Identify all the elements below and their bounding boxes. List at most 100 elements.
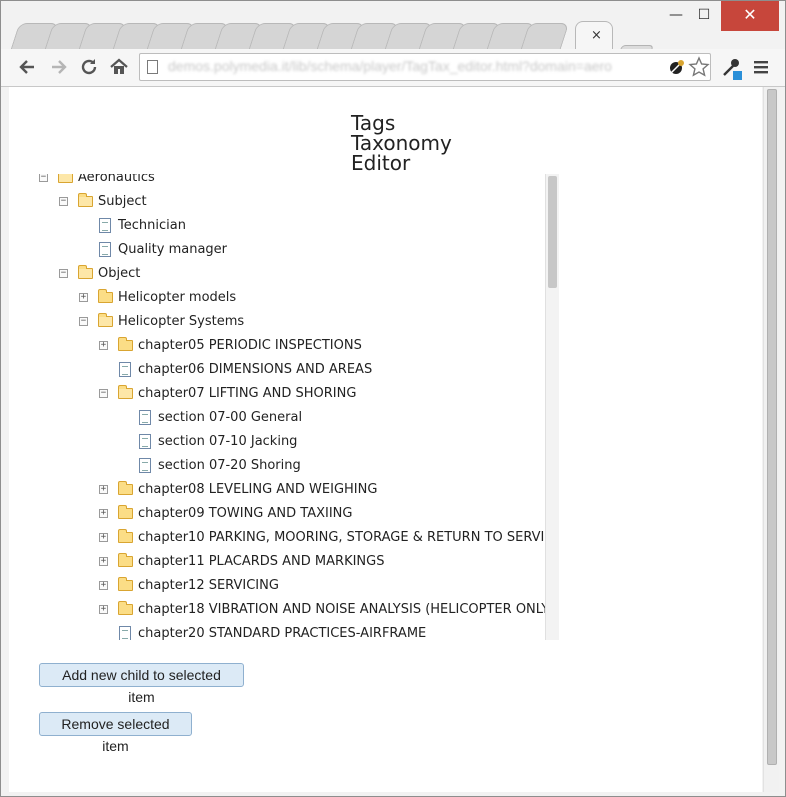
document-icon — [139, 434, 151, 449]
page-icon — [147, 60, 158, 74]
expand-toggle-icon[interactable]: + — [99, 341, 108, 350]
tab-strip: × — [9, 19, 654, 62]
tree-scrollbar[interactable] — [545, 174, 559, 640]
tree-node-label[interactable]: chapter07 LIFTING AND SHORING — [138, 383, 356, 405]
tree-node[interactable]: section 07-20 Shoring — [119, 455, 559, 477]
tree-node[interactable]: − Aeronautics — [39, 174, 559, 189]
tree-node-label[interactable]: chapter10 PARKING, MOORING, STORAGE & RE… — [138, 527, 559, 549]
tree-node-label[interactable]: chapter08 LEVELING AND WEIGHING — [138, 479, 377, 501]
tree-node-label[interactable]: chapter18 VIBRATION AND NOISE ANALYSIS (… — [138, 599, 554, 621]
folder-icon — [98, 289, 113, 303]
eyedropper-extension-icon[interactable] — [719, 55, 743, 81]
add-child-button[interactable]: Add new child to selected item — [39, 663, 244, 705]
expand-toggle-icon[interactable]: + — [99, 581, 108, 590]
tree-node-label[interactable]: chapter11 PLACARDS AND MARKINGS — [138, 551, 384, 573]
tree-node[interactable]: + chapter09 TOWING AND TAXIING — [99, 503, 559, 525]
tree-node-label[interactable]: chapter09 TOWING AND TAXIING — [138, 503, 352, 525]
page-title-line: Tags — [351, 111, 396, 135]
collapse-toggle-icon[interactable]: − — [59, 269, 68, 278]
tree-node[interactable]: section 07-00 General — [119, 407, 559, 429]
folder-icon — [118, 553, 133, 567]
tree-node-label[interactable]: chapter20 STANDARD PRACTICES-AIRFRAME — [138, 623, 426, 640]
reload-icon[interactable] — [77, 55, 101, 79]
tab-active[interactable]: × — [575, 21, 613, 49]
tree-node-label[interactable]: chapter12 SERVICING — [138, 575, 279, 597]
collapse-toggle-icon[interactable]: − — [39, 174, 48, 182]
tree-node-label[interactable]: Subject — [98, 191, 147, 213]
tree-node[interactable]: chapter20 STANDARD PRACTICES-AIRFRAME — [99, 623, 559, 640]
tree-node[interactable]: + chapter12 SERVICING — [99, 575, 559, 597]
remove-item-button[interactable]: Remove selected item — [39, 712, 192, 754]
expand-toggle-icon[interactable]: + — [99, 509, 108, 518]
url-text[interactable]: demos.polymedia.it/lib/schema/player/Tag… — [168, 58, 658, 76]
tree-node-label[interactable]: section 07-00 General — [158, 407, 302, 429]
tree-node-label[interactable]: chapter05 PERIODIC INSPECTIONS — [138, 335, 362, 357]
tree-node-label[interactable]: Helicopter models — [118, 287, 236, 309]
tree-node-label[interactable]: chapter06 DIMENSIONS AND AREAS — [138, 359, 372, 381]
tree-node-label[interactable]: Technician — [118, 215, 186, 237]
address-bar[interactable]: demos.polymedia.it/lib/schema/player/Tag… — [139, 53, 711, 81]
title-bar: × — ☐ ✕ — [1, 1, 785, 62]
folder-open-icon — [58, 174, 73, 183]
folder-icon — [118, 337, 133, 351]
tree-node-label[interactable]: Object — [98, 263, 140, 285]
tree-node[interactable]: + chapter08 LEVELING AND WEIGHING — [99, 479, 559, 501]
tree-node-label[interactable]: section 07-20 Shoring — [158, 455, 301, 477]
collapse-toggle-icon[interactable]: − — [99, 389, 108, 398]
tree-node-label[interactable]: section 07-10 Jacking — [158, 431, 297, 453]
tree-node-label[interactable]: Aeronautics — [78, 174, 155, 189]
tree-node[interactable]: + chapter18 VIBRATION AND NOISE ANALYSIS … — [99, 599, 559, 621]
tree-node[interactable]: Quality manager — [79, 239, 559, 261]
page-title: Tags Taxonomy Editor — [351, 113, 452, 173]
tree-node[interactable]: Technician — [79, 215, 559, 237]
folder-open-icon — [118, 385, 133, 399]
tree-node[interactable]: + chapter11 PLACARDS AND MARKINGS — [99, 551, 559, 573]
back-arrow-icon[interactable] — [15, 55, 39, 79]
expand-toggle-icon[interactable]: + — [99, 485, 108, 494]
expand-toggle-icon[interactable]: + — [99, 533, 108, 542]
taxonomy-tree[interactable]: − Aeronautics − Subject Technician Quality ma… — [39, 174, 559, 640]
document-icon — [119, 362, 131, 377]
collapse-toggle-icon[interactable]: − — [79, 317, 88, 326]
tree-node[interactable]: chapter06 DIMENSIONS AND AREAS — [99, 359, 559, 381]
document-icon — [99, 218, 111, 233]
home-icon[interactable] — [107, 55, 131, 79]
page-title-line: Taxonomy — [351, 131, 452, 155]
expand-toggle-icon[interactable]: + — [79, 293, 88, 302]
folder-open-icon — [78, 265, 93, 279]
page-scrollbar-thumb[interactable] — [767, 89, 777, 765]
tree-node[interactable]: section 07-10 Jacking — [119, 431, 559, 453]
tab[interactable] — [520, 23, 570, 49]
tree-node[interactable]: − Object — [59, 263, 559, 285]
tree-node-label[interactable]: Quality manager — [118, 239, 227, 261]
tree-node[interactable]: − Helicopter Systems — [79, 311, 559, 333]
extension-icon[interactable] — [666, 58, 686, 78]
star-icon[interactable] — [688, 56, 710, 78]
page-content: Tags Taxonomy Editor − Aeronautics − Subjec… — [9, 87, 762, 792]
maximize-button[interactable]: ☐ — [687, 1, 721, 31]
forward-arrow-icon[interactable] — [47, 55, 71, 79]
expand-toggle-icon[interactable]: + — [99, 557, 108, 566]
tree-node[interactable]: + Helicopter models — [79, 287, 559, 309]
tree-node[interactable]: + chapter05 PERIODIC INSPECTIONS — [99, 335, 559, 357]
hamburger-menu-icon[interactable] — [751, 55, 771, 79]
page-scrollbar[interactable] — [763, 87, 779, 792]
folder-open-icon — [78, 193, 93, 207]
browser-toolbar: demos.polymedia.it/lib/schema/player/Tag… — [1, 49, 785, 87]
tree-node[interactable]: + chapter10 PARKING, MOORING, STORAGE & R… — [99, 527, 559, 549]
page-title-line: Editor — [351, 151, 411, 175]
tree-scrollbar-thumb[interactable] — [548, 176, 557, 288]
folder-icon — [118, 601, 133, 615]
tab-close-icon[interactable]: × — [591, 28, 602, 43]
close-window-button[interactable]: ✕ — [721, 1, 779, 31]
folder-open-icon — [98, 313, 113, 327]
document-icon — [99, 242, 111, 257]
tree-node[interactable]: − chapter07 LIFTING AND SHORING — [99, 383, 559, 405]
document-icon — [139, 458, 151, 473]
tree-node-label[interactable]: Helicopter Systems — [118, 311, 244, 333]
expand-toggle-icon[interactable]: + — [99, 605, 108, 614]
tree-node[interactable]: − Subject — [59, 191, 559, 213]
collapse-toggle-icon[interactable]: − — [59, 197, 68, 206]
folder-icon — [118, 505, 133, 519]
document-icon — [139, 410, 151, 425]
